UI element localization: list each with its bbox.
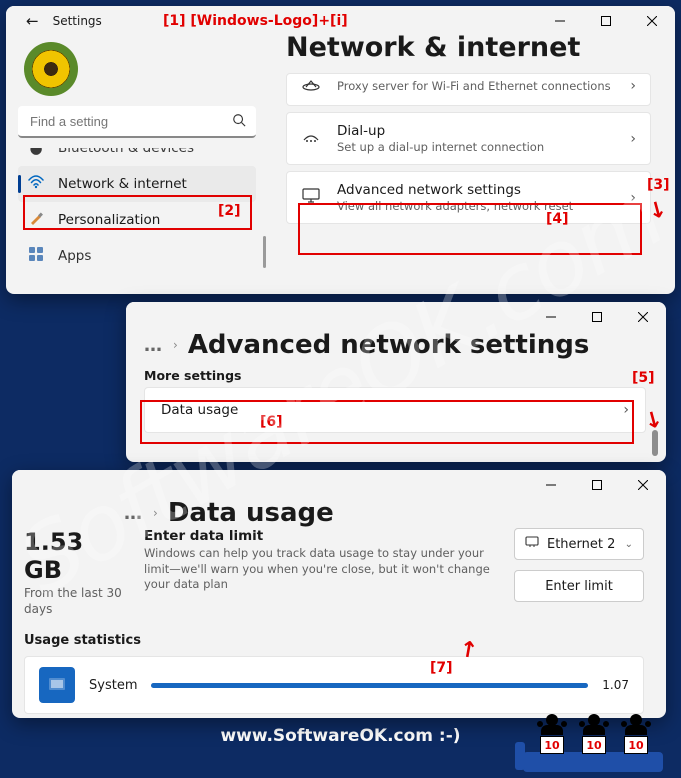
annotation-2: [2] (218, 203, 241, 219)
minimize-button[interactable] (528, 302, 574, 332)
titlebar (12, 470, 666, 500)
breadcrumb-overflow[interactable]: … (124, 503, 143, 524)
main-content: Network & internet Proxy server for Wi-F… (268, 36, 675, 294)
dialup-icon (301, 129, 321, 148)
chevron-right-icon: › (623, 402, 629, 418)
sidebar-item-network[interactable]: Network & internet (18, 166, 256, 202)
enter-limit-button[interactable]: Enter limit (514, 570, 644, 602)
judge-score: 10 (540, 736, 564, 754)
close-button[interactable] (620, 470, 666, 500)
chevron-right-icon: › (630, 190, 636, 206)
sidebar: ← Settings ● Bluetooth & devices (6, 36, 268, 294)
settings-label: Settings (53, 14, 102, 28)
card-dialup[interactable]: Dial-up Set up a dial-up internet connec… (286, 112, 651, 165)
card-subtitle: View all network adapters, network reset (337, 199, 614, 213)
nav-label: Network & internet (58, 176, 187, 192)
settings-window-advanced: … › Advanced network settings More setti… (126, 302, 666, 462)
decorative-couch (523, 752, 663, 772)
sidebar-item-bluetooth[interactable]: ● Bluetooth & devices (18, 148, 256, 166)
annotation-3: [3] (647, 177, 670, 193)
annotation-4: [4] (546, 211, 569, 227)
page-title: Advanced network settings (188, 330, 590, 360)
usage-period: From the last 30 days (24, 586, 126, 617)
chevron-right-icon: › (173, 338, 178, 352)
apps-icon (28, 246, 44, 266)
wifi-icon (28, 174, 44, 194)
settings-window-network: ← Settings ● Bluetooth & devices (6, 6, 675, 294)
usage-bar (151, 683, 588, 688)
paintbrush-icon (28, 210, 44, 230)
close-button[interactable] (620, 302, 666, 332)
sidebar-item-apps[interactable]: Apps (18, 238, 256, 274)
card-data-usage[interactable]: Data usage › (144, 387, 646, 433)
page-title: Network & internet (286, 32, 651, 63)
chevron-down-icon: ⌄ (625, 539, 633, 550)
maximize-button[interactable] (574, 470, 620, 500)
sidebar-scrollbar[interactable] (263, 236, 266, 268)
nav-label: Personalization (58, 212, 160, 228)
card-proxy[interactable]: Proxy server for Wi-Fi and Ethernet conn… (286, 73, 651, 106)
card-subtitle: Set up a dial-up internet connection (337, 140, 614, 154)
card-title: Advanced network settings (337, 182, 614, 198)
chevron-right-icon: › (153, 506, 158, 520)
search-input[interactable] (18, 106, 256, 138)
card-advanced-network[interactable]: Advanced network settings View all netwo… (286, 171, 651, 224)
card-subtitle: Proxy server for Wi-Fi and Ethernet conn… (337, 79, 614, 93)
monitor-icon (301, 188, 321, 208)
enter-limit-description: Windows can help you track data usage to… (144, 546, 496, 593)
settings-window-datausage: … › Data usage 1.53 GB From the last 30 … (12, 470, 666, 718)
annotation-7: [7] (430, 660, 453, 676)
adapter-name: Ethernet 2 (547, 537, 615, 552)
annotation-6: [6] (260, 414, 283, 430)
minimize-button[interactable] (528, 470, 574, 500)
chevron-right-icon: › (630, 78, 636, 94)
judge-score: 10 (582, 736, 606, 754)
nav-label: Bluetooth & devices (58, 148, 194, 156)
nav-label: Apps (58, 248, 91, 264)
usage-row-system: System 1.07 (24, 656, 644, 714)
total-usage: 1.53 GB (24, 528, 126, 584)
chevron-right-icon: › (630, 131, 636, 147)
search-icon (232, 113, 246, 131)
app-name: System (89, 678, 137, 693)
breadcrumb: … › Data usage (12, 498, 666, 528)
judge-score: 10 (624, 736, 648, 754)
app-usage-value: 1.07 (602, 678, 629, 692)
section-header-more: More settings (126, 360, 666, 387)
card-title: Dial-up (337, 123, 614, 139)
breadcrumb: … › Advanced network settings (126, 330, 666, 360)
enter-limit-title: Enter data limit (144, 528, 496, 544)
page-title: Data usage (168, 498, 334, 528)
titlebar (126, 302, 666, 332)
maximize-button[interactable] (574, 302, 620, 332)
adapter-dropdown[interactable]: Ethernet 2 ⌄ (514, 528, 644, 560)
ethernet-icon (525, 536, 539, 552)
proxy-icon (301, 76, 321, 95)
section-header-usage-stats: Usage statistics (24, 633, 644, 648)
button-label: Enter limit (545, 579, 613, 594)
annotation-5: [5] (632, 370, 655, 386)
card-title: Data usage (161, 402, 607, 418)
decorative-judges: 10 10 10 (535, 714, 653, 754)
bluetooth-icon: ● (28, 148, 44, 157)
annotation-shortcut: [1] [Windows-Logo]+[i] (163, 13, 348, 29)
system-icon (39, 667, 75, 703)
user-avatar[interactable] (24, 42, 78, 96)
back-button[interactable]: ← (26, 12, 39, 30)
breadcrumb-overflow[interactable]: … (144, 335, 163, 356)
